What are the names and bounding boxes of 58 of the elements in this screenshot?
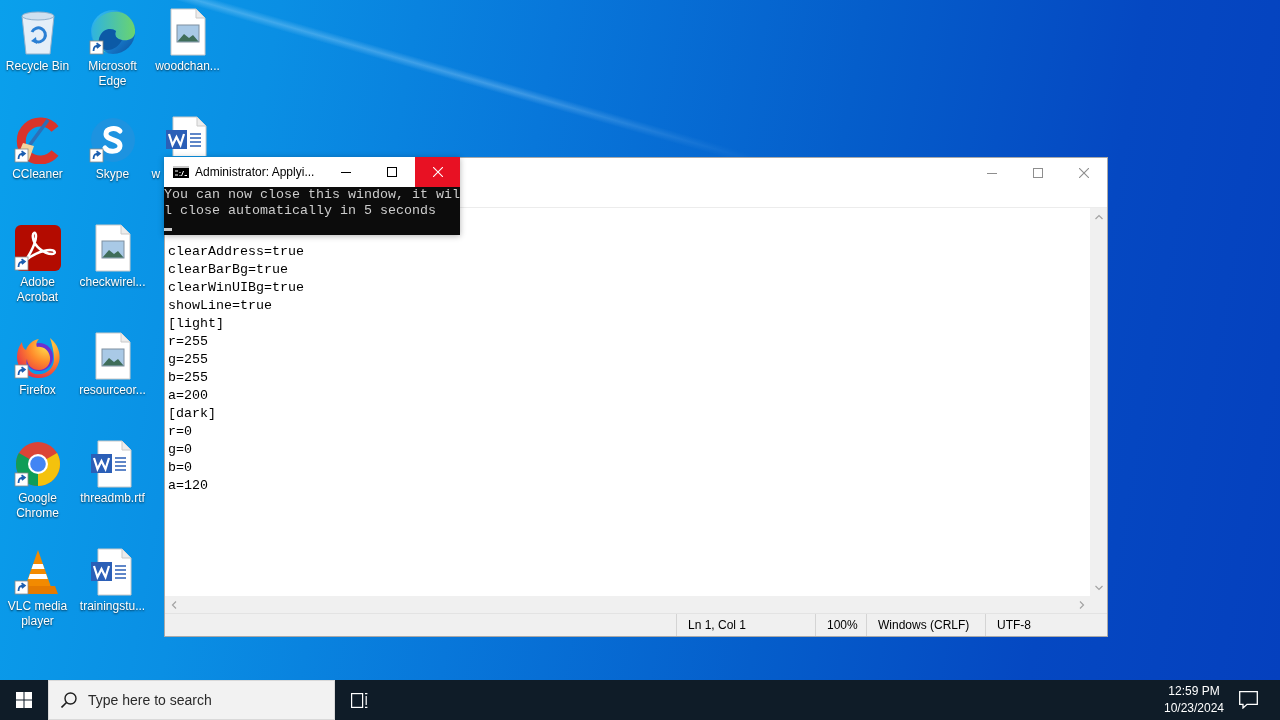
- text-line: a=120: [168, 477, 208, 495]
- text-line: [dark]: [168, 405, 216, 423]
- chevron-down-icon: [1094, 584, 1103, 591]
- icon-label[interactable]: VLC media player: [1, 599, 74, 629]
- search-field[interactable]: Type here to search: [48, 680, 335, 720]
- browser-logo-icon[interactable]: [88, 8, 137, 56]
- minimize-icon: [341, 171, 351, 173]
- text-line: clearBarBg=true: [168, 261, 288, 279]
- icon-label[interactable]: Firefox: [19, 383, 56, 398]
- notification-icon: [1238, 691, 1258, 709]
- text-cursor-icon: [164, 228, 172, 231]
- text-encoding: UTF-8: [985, 614, 1107, 636]
- text-line: a=200: [168, 387, 208, 405]
- text-line: clearAddress=true: [168, 243, 304, 261]
- chevron-up-icon: [1094, 213, 1103, 220]
- chevron-left-icon: [170, 600, 177, 609]
- minimize-icon: [987, 172, 997, 174]
- chevron-right-icon: [1078, 600, 1085, 609]
- icon-label[interactable]: threadmb.rtf: [80, 491, 145, 506]
- text-line: r=255: [168, 333, 208, 351]
- text-line: b=0: [168, 459, 192, 477]
- text-editor[interactable]: clearAddress=true clearBarBg=true clearWinUIBg=true showLine=true [light] r=255 g=255 b=255 a=200 [dark] r=0 g=0 b=0 a=120: [165, 236, 1090, 596]
- maximize-icon: [387, 167, 397, 177]
- browser-logo-icon[interactable]: [13, 440, 62, 488]
- close-icon: [432, 167, 443, 177]
- search-icon: [61, 692, 77, 708]
- text-line: g=0: [168, 441, 192, 459]
- cursor-position: Ln 1, Col 1: [676, 614, 815, 636]
- windows-logo-icon: [16, 692, 32, 708]
- close-icon: [1079, 168, 1089, 178]
- icon-label[interactable]: Google Chrome: [1, 491, 74, 521]
- terminal-icon: [173, 166, 189, 178]
- text-line: [light]: [168, 315, 224, 333]
- chat-logo-icon[interactable]: [88, 116, 137, 164]
- task-view-icon: [350, 692, 368, 708]
- icon-label[interactable]: CCleaner: [12, 167, 63, 182]
- text-line: showLine=true: [168, 297, 272, 315]
- text-line: g=255: [168, 351, 208, 369]
- icon-label[interactable]: trainingstu...: [79, 599, 146, 614]
- icon-label[interactable]: Skype: [95, 167, 130, 182]
- clock-button[interactable]: 12:59 PM 10/23/2024: [1158, 680, 1230, 720]
- console-line: l close automatically in 5 seconds: [164, 203, 436, 219]
- window-title: Administrator: Applyi...: [195, 165, 316, 179]
- text-line: b=255: [168, 369, 208, 387]
- icon-label[interactable]: woodchan...: [155, 59, 220, 74]
- text-line: r=0: [168, 423, 192, 441]
- maximize-icon: [1033, 168, 1043, 178]
- line-ending: Windows (CRLF): [866, 614, 985, 636]
- icon-label[interactable]: checkwirel...: [79, 275, 146, 290]
- icon-label[interactable]: Recycle Bin: [5, 59, 70, 74]
- icon-label[interactable]: Microsoft Edge: [76, 59, 149, 89]
- icon-label[interactable]: w: [151, 167, 161, 182]
- console-line: You can now close this window, it wil: [164, 187, 460, 203]
- zoom-level: 100%: [815, 614, 866, 636]
- text-line: clearWinUIBg=true: [168, 279, 304, 297]
- icon-label[interactable]: Adobe Acrobat: [1, 275, 74, 305]
- icon-label[interactable]: resourceor...: [79, 383, 146, 398]
- pdf-logo-icon[interactable]: [13, 224, 62, 272]
